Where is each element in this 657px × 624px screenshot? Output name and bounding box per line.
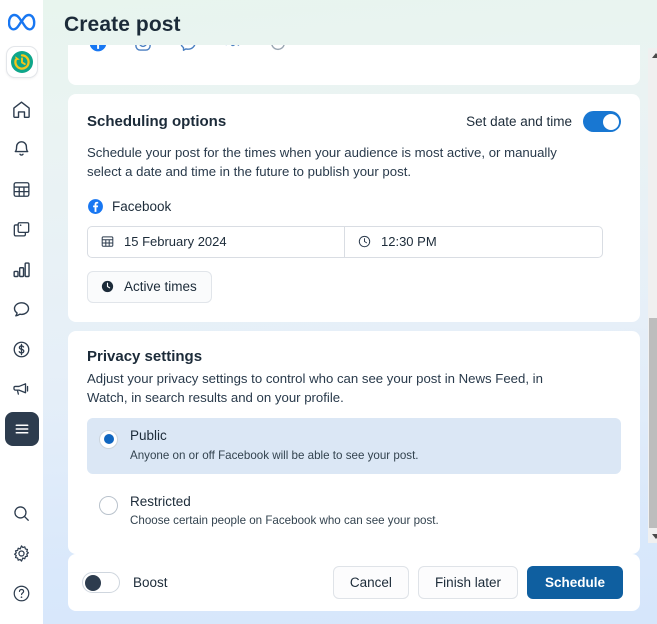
- time-field[interactable]: 12:30 PM: [345, 225, 603, 258]
- privacy-option-restricted[interactable]: Restricted Choose certain people on Face…: [87, 484, 621, 540]
- messenger-icon[interactable]: [177, 45, 199, 54]
- sidebar-item-content[interactable]: [5, 212, 39, 246]
- platform-selector-strip[interactable]: [68, 45, 640, 85]
- scroll-region: Scheduling options Set date and time Sch…: [68, 45, 640, 554]
- set-date-time-toggle[interactable]: [583, 111, 621, 132]
- sidebar-item-inbox[interactable]: [5, 292, 39, 326]
- cancel-button[interactable]: Cancel: [332, 566, 409, 599]
- set-date-time-label: Set date and time: [466, 114, 572, 129]
- pages-icon: [13, 221, 30, 237]
- meta-logo: [7, 12, 36, 37]
- threads-icon[interactable]: [222, 45, 244, 54]
- scheduling-platform-name: Facebook: [112, 198, 172, 214]
- sidebar-item-ads[interactable]: [5, 372, 39, 406]
- sidebar-item-monetization[interactable]: [5, 332, 39, 366]
- sidebar-item-notifications[interactable]: [5, 132, 39, 166]
- scrollbar-down-arrow[interactable]: [648, 529, 657, 543]
- scheduling-header: Scheduling options Set date and time: [87, 111, 621, 132]
- page-title: Create post: [64, 13, 181, 36]
- scheduler-clock-icon: [10, 51, 33, 73]
- privacy-option-public-label: Public: [130, 427, 167, 443]
- scrollbar[interactable]: [648, 48, 657, 543]
- scheduling-options-card: Scheduling options Set date and time Sch…: [68, 94, 640, 322]
- whatsapp-icon[interactable]: [267, 45, 289, 54]
- scrollbar-thumb[interactable]: [649, 318, 657, 528]
- scheduling-description: Schedule your post for the times when yo…: [87, 145, 557, 180]
- sidebar-item-search[interactable]: [5, 496, 39, 530]
- boost-toggle-group[interactable]: Boost: [82, 572, 168, 593]
- clock-icon: [358, 236, 371, 248]
- set-date-time-toggle-group[interactable]: Set date and time: [466, 111, 621, 132]
- privacy-option-public[interactable]: Public Anyone on or off Facebook will be…: [87, 417, 621, 474]
- privacy-option-public-sub: Anyone on or off Facebook will be able t…: [130, 448, 419, 462]
- megaphone-icon: [13, 382, 29, 395]
- clock-filled-icon: [101, 281, 114, 293]
- scheduling-platform-row: Facebook: [87, 198, 621, 215]
- main-content: Create post Scheduling options Set date …: [43, 0, 657, 624]
- hamburger-menu-icon: [15, 424, 28, 434]
- privacy-option-restricted-label: Restricted: [130, 493, 191, 509]
- scrollbar-up-arrow[interactable]: [648, 48, 657, 62]
- help-circle-icon: [13, 585, 30, 601]
- sidebar-item-menu[interactable]: [4, 412, 39, 446]
- active-times-label: Active times: [124, 279, 197, 295]
- datetime-fields: 15 February 2024 12:30 PM: [87, 225, 621, 258]
- footer-action-bar: Boost Cancel Finish later Schedule: [68, 554, 640, 611]
- chat-bubble-icon: [13, 301, 30, 316]
- sidebar-item-insights[interactable]: [5, 252, 39, 286]
- bar-chart-icon: [13, 261, 30, 277]
- sidebar-item-settings[interactable]: [5, 536, 39, 570]
- scheduler-app-tile[interactable]: [5, 46, 38, 78]
- sidebar-item-planner[interactable]: [5, 172, 39, 206]
- facebook-icon[interactable]: [87, 45, 109, 54]
- calendar-grid-icon: [13, 181, 30, 197]
- date-value: 15 February 2024: [124, 234, 227, 250]
- finish-later-button[interactable]: Finish later: [417, 566, 518, 599]
- gear-icon: [13, 544, 30, 562]
- date-field[interactable]: 15 February 2024: [87, 225, 345, 258]
- schedule-button[interactable]: Schedule: [526, 566, 623, 599]
- sidebar: [0, 0, 43, 624]
- instagram-icon[interactable]: [132, 45, 154, 54]
- dollar-circle-icon: [13, 341, 30, 357]
- facebook-icon: [88, 198, 103, 214]
- scheduling-title: Scheduling options: [87, 113, 227, 130]
- privacy-settings-card: Privacy settings Adjust your privacy set…: [68, 330, 640, 554]
- privacy-title: Privacy settings: [87, 347, 203, 365]
- bell-icon: [14, 140, 29, 156]
- calendar-icon: [101, 236, 114, 247]
- active-times-button[interactable]: Active times: [87, 270, 212, 303]
- privacy-option-restricted-sub: Choose certain people on Facebook who ca…: [130, 514, 439, 528]
- home-icon: [13, 100, 30, 118]
- boost-label: Boost: [133, 575, 168, 590]
- radio-restricted[interactable]: [99, 495, 118, 515]
- sidebar-item-help[interactable]: [5, 576, 39, 610]
- privacy-description: Adjust your privacy settings to control …: [87, 370, 543, 406]
- boost-toggle[interactable]: [82, 572, 120, 593]
- sidebar-item-home[interactable]: [5, 92, 39, 126]
- time-value: 12:30 PM: [381, 234, 437, 250]
- search-icon: [14, 505, 29, 521]
- radio-public[interactable]: [99, 429, 118, 449]
